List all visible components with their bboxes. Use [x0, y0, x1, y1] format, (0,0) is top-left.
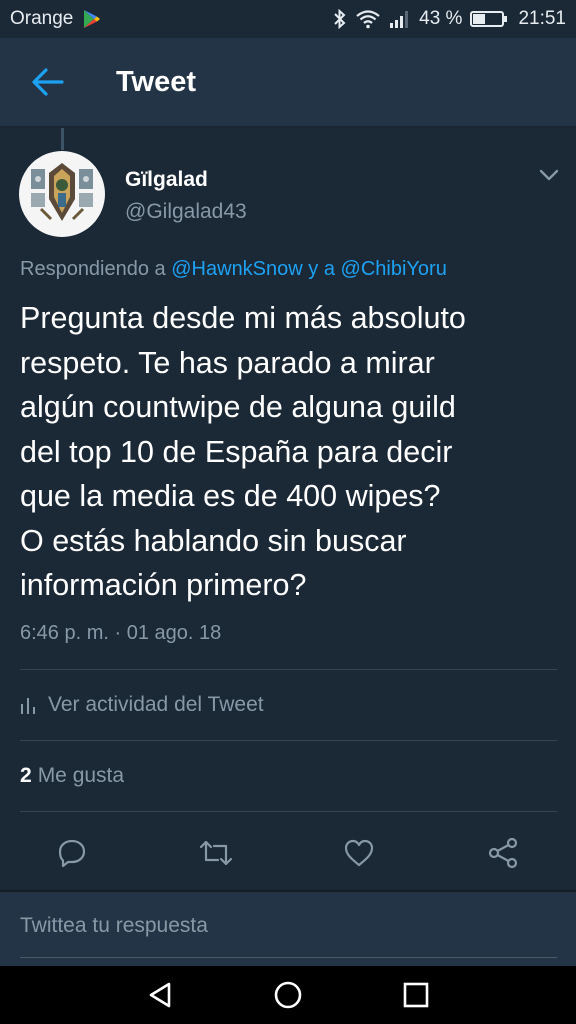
arrow-left-icon — [32, 68, 64, 96]
wifi-icon — [355, 9, 381, 29]
tweet-text-line: Pregunta desde mi más absoluto — [20, 301, 466, 335]
reply-button[interactable] — [49, 830, 95, 876]
like-button[interactable] — [336, 830, 382, 876]
user-handle[interactable]: @Gilgalad43 — [125, 200, 247, 224]
reply-input-underline — [20, 957, 557, 958]
tweet-text-line: O estás hablando sin buscar — [20, 523, 407, 558]
retweet-icon — [199, 840, 233, 866]
battery-percent: 43 % — [419, 8, 463, 29]
nav-recents-button[interactable] — [396, 975, 436, 1015]
system-navigation-bar — [0, 966, 576, 1024]
likes-count: 2 — [20, 764, 32, 787]
tweet-menu-button[interactable] — [532, 158, 566, 192]
divider — [20, 740, 557, 741]
reply-input[interactable]: Twittea tu respuesta — [20, 914, 208, 938]
signal-icon — [389, 10, 411, 28]
carrier-name: Orange — [10, 8, 74, 29]
retweet-button[interactable] — [193, 830, 239, 876]
thread-connector-line — [61, 128, 64, 150]
replying-prefix: Respondiendo a — [20, 258, 166, 280]
divider — [20, 811, 557, 812]
battery-icon — [470, 11, 508, 27]
nav-home-button[interactable] — [268, 975, 308, 1015]
clock: 21:51 — [518, 8, 566, 29]
bluetooth-icon — [333, 9, 347, 29]
tweet-text-line: información primero? — [20, 568, 307, 602]
tweet-text-line: del top 10 de España para decir — [20, 434, 453, 469]
comment-icon — [58, 839, 86, 868]
play-store-icon — [84, 10, 101, 28]
avatar[interactable] — [19, 151, 105, 237]
page-title: Tweet — [116, 65, 197, 98]
tweet-activity-link[interactable]: Ver actividad del Tweet — [20, 693, 264, 717]
triangle-back-icon — [149, 982, 171, 1008]
share-button[interactable] — [480, 830, 526, 876]
tweet-timestamp: 6:46 p. m. · 01 ago. 18 — [20, 622, 222, 644]
likes-count-link[interactable]: 2 Me gusta — [20, 764, 124, 788]
mention-link-2[interactable]: @ChibiYoru — [341, 258, 447, 280]
tweet-actions — [0, 830, 576, 876]
top-app-bar: Tweet — [0, 38, 576, 128]
avatar-crest-image — [27, 159, 97, 229]
share-icon — [488, 837, 518, 869]
nav-back-button[interactable] — [140, 975, 180, 1015]
reply-connector[interactable]: y a — [308, 258, 335, 280]
mention-link-1[interactable]: @HawnkSnow — [171, 258, 302, 280]
bar-chart-icon — [21, 698, 35, 714]
replying-to: Respondiendo a @HawnkSnow y a @ChibiYoru — [20, 258, 447, 281]
display-name[interactable]: Gïlgalad — [125, 168, 208, 192]
back-button[interactable] — [18, 52, 78, 112]
status-bar: Orange 43 % 21:51 — [0, 0, 576, 38]
tweet-text-line: que la media es de 400 wipes? — [20, 479, 441, 513]
tweet-text-line: respeto. Te has parado a mirar — [20, 345, 435, 380]
chevron-down-icon — [539, 169, 559, 181]
heart-icon — [344, 839, 374, 867]
tweet-text-line: algún countwipe de alguna guild — [20, 390, 456, 424]
likes-label: Me gusta — [37, 764, 125, 787]
activity-label: Ver actividad del Tweet — [48, 693, 264, 716]
circle-home-icon — [274, 981, 302, 1009]
divider — [20, 669, 557, 670]
reply-composer-bar: Twittea tu respuesta — [0, 890, 576, 966]
tweet-text: Pregunta desde mi más absoluto respeto. … — [20, 296, 560, 608]
square-recents-icon — [403, 982, 429, 1008]
